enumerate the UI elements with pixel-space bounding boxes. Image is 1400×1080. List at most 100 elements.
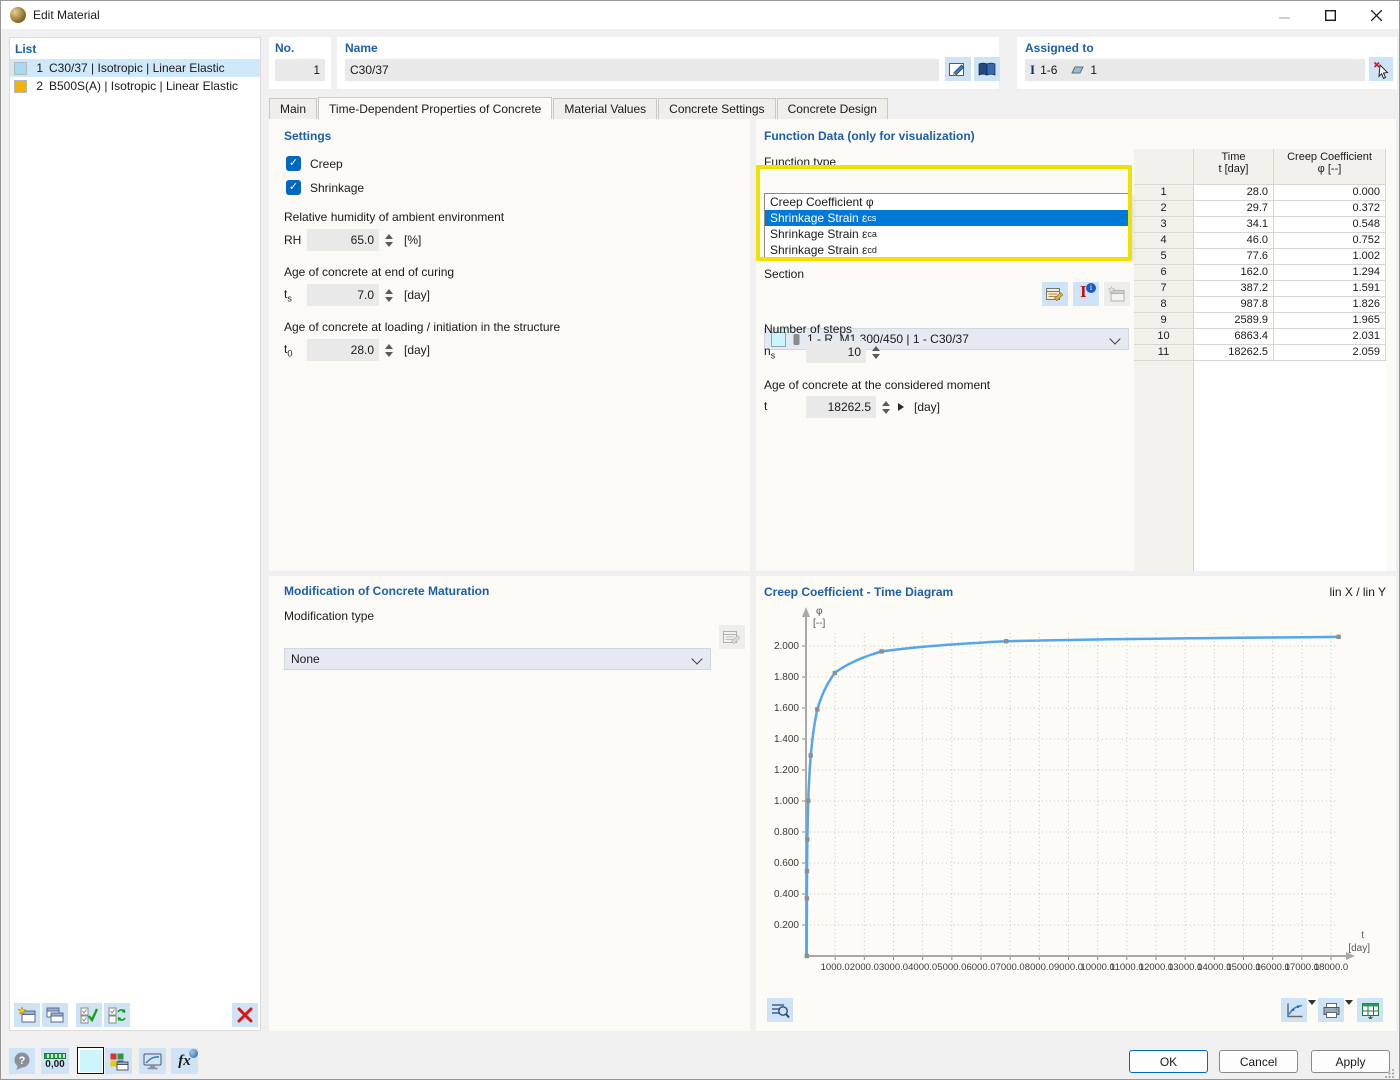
section-dialog-button[interactable] bbox=[1042, 282, 1068, 306]
table-row[interactable]: 5 77.6 1.002 bbox=[1134, 249, 1386, 265]
material-color-fill bbox=[80, 1050, 102, 1072]
table-row[interactable]: 2 29.7 0.372 bbox=[1134, 201, 1386, 217]
tab[interactable]: Time-Dependent Properties of Concrete bbox=[318, 97, 552, 119]
chart-settings-button[interactable] bbox=[1281, 998, 1307, 1022]
ns-spinner[interactable] bbox=[870, 346, 882, 359]
modification-type-combo[interactable]: None bbox=[284, 648, 711, 670]
chart-settings-dropdown[interactable] bbox=[1308, 1005, 1316, 1019]
ts-spinner[interactable] bbox=[383, 289, 395, 302]
creep-cell: 0.752 bbox=[1274, 233, 1386, 249]
table-row[interactable]: 6 162.0 1.294 bbox=[1134, 265, 1386, 281]
display-properties-button[interactable] bbox=[105, 1048, 132, 1074]
window-title: Edit Material bbox=[33, 8, 100, 22]
functions-button[interactable]: fx bbox=[171, 1048, 198, 1074]
ts-row: ts 7.0 [day] bbox=[284, 284, 430, 306]
svg-text:1.000: 1.000 bbox=[774, 796, 799, 807]
table-row[interactable]: 3 34.1 0.548 bbox=[1134, 217, 1386, 233]
svg-text:t: t bbox=[1361, 930, 1364, 941]
table-row[interactable]: 9 2589.9 1.965 bbox=[1134, 313, 1386, 329]
t0-group-label: Age of concrete at loading / initiation … bbox=[284, 320, 560, 334]
list-item[interactable]: 1 C30/37 | Isotropic | Linear Elastic bbox=[10, 59, 260, 77]
dropdown-option[interactable]: Creep Coefficient φ bbox=[765, 194, 1130, 210]
checkbox[interactable]: ✓ bbox=[286, 180, 301, 195]
help-button[interactable]: ? bbox=[9, 1048, 35, 1074]
t-input[interactable]: 18262.5 bbox=[806, 396, 876, 418]
creep-time-chart: 1000.02000.03000.04000.05000.06000.07000… bbox=[756, 601, 1396, 996]
t-spinner[interactable] bbox=[880, 401, 892, 414]
print-dropdown[interactable] bbox=[1345, 1005, 1353, 1019]
copy-material-button[interactable] bbox=[42, 1003, 68, 1027]
delete-x-icon bbox=[237, 1007, 253, 1023]
resize-grip[interactable] bbox=[1385, 1067, 1395, 1080]
tab[interactable]: Main bbox=[269, 98, 317, 119]
printer-icon bbox=[1322, 1002, 1341, 1019]
fx-icon: fx bbox=[178, 1053, 191, 1070]
rh-spinner[interactable] bbox=[383, 234, 395, 247]
tab[interactable]: Concrete Design bbox=[777, 98, 888, 119]
age-row: t 18262.5 [day] bbox=[764, 396, 940, 418]
section-label: Section bbox=[764, 267, 804, 281]
table-row[interactable]: 4 46.0 0.752 bbox=[1134, 233, 1386, 249]
play-step-icon[interactable] bbox=[898, 403, 904, 411]
material-color-button[interactable] bbox=[77, 1047, 104, 1074]
units-icon: 0,00 bbox=[44, 1053, 66, 1070]
ok-button[interactable]: OK bbox=[1129, 1050, 1208, 1073]
dropdown-option[interactable]: Shrinkage Strain εca bbox=[765, 226, 1130, 242]
tab[interactable]: Concrete Settings bbox=[658, 98, 775, 119]
table-row[interactable]: 7 387.2 1.591 bbox=[1134, 281, 1386, 297]
checkbox[interactable]: ✓ bbox=[286, 156, 301, 171]
rendering-button[interactable] bbox=[139, 1048, 166, 1074]
table-row[interactable]: 1 28.0 0.000 bbox=[1134, 185, 1386, 201]
new-material-button[interactable] bbox=[14, 1003, 40, 1027]
table-row[interactable]: 11 18262.5 2.059 bbox=[1134, 345, 1386, 361]
table-filler bbox=[1134, 361, 1386, 571]
row-number-cell: 5 bbox=[1134, 249, 1194, 265]
delete-material-button[interactable] bbox=[232, 1003, 258, 1027]
new-section-button[interactable] bbox=[1104, 282, 1130, 306]
tab[interactable]: Material Values bbox=[553, 98, 657, 119]
time-cell: 46.0 bbox=[1194, 233, 1274, 249]
select-all-button[interactable] bbox=[76, 1003, 102, 1027]
svg-text:φ: φ bbox=[816, 606, 823, 617]
chart-panel: Creep Coefficient - Time Diagram lin X /… bbox=[756, 576, 1396, 1031]
title-bar: Edit Material bbox=[1, 1, 1399, 29]
material-library-button[interactable] bbox=[974, 57, 1000, 81]
dropdown-option[interactable]: Shrinkage Strain εcd bbox=[765, 242, 1130, 258]
maximize-button[interactable] bbox=[1307, 1, 1353, 29]
t0-spinner[interactable] bbox=[383, 344, 395, 357]
list-item[interactable]: 2 B500S(A) | Isotropic | Linear Elastic bbox=[10, 77, 260, 95]
material-color-swatch bbox=[14, 62, 27, 75]
units-settings-button[interactable]: 0,00 bbox=[41, 1048, 69, 1074]
time-cell: 2589.9 bbox=[1194, 313, 1274, 329]
ts-input[interactable]: 7.0 bbox=[307, 284, 379, 306]
minimize-button[interactable] bbox=[1261, 1, 1307, 29]
invert-selection-button[interactable] bbox=[104, 1003, 130, 1027]
function-data-panel: Function Data (only for visualization) F… bbox=[756, 119, 1396, 571]
table-row[interactable]: 10 6863.4 2.031 bbox=[1134, 329, 1386, 345]
section-info-button[interactable]: I i bbox=[1073, 282, 1099, 306]
no-card: No. 1 bbox=[269, 37, 331, 89]
rh-input[interactable]: 65.0 bbox=[307, 229, 379, 251]
material-number: 2 bbox=[27, 79, 43, 93]
print-chart-button[interactable] bbox=[1318, 998, 1344, 1022]
ns-input[interactable]: 10 bbox=[806, 341, 866, 363]
select-objects-button[interactable] bbox=[1369, 57, 1393, 81]
tab-strip: Main Time-Dependent Properties of Concre… bbox=[269, 97, 1396, 119]
svg-text:4000.0: 4000.0 bbox=[908, 962, 937, 973]
table-row[interactable]: 8 987.8 1.826 bbox=[1134, 297, 1386, 313]
export-excel-button[interactable] bbox=[1357, 998, 1383, 1022]
time-cell: 29.7 bbox=[1194, 201, 1274, 217]
no-label: No. bbox=[269, 37, 331, 55]
apply-button[interactable]: Apply bbox=[1311, 1050, 1390, 1073]
creep-header-cell: Creep Coefficientφ [--] bbox=[1274, 149, 1386, 185]
time-cell: 28.0 bbox=[1194, 185, 1274, 201]
maturation-panel: Modification of Concrete Maturation Modi… bbox=[269, 576, 750, 1031]
chart-zoom-button[interactable] bbox=[767, 998, 793, 1022]
t0-input[interactable]: 28.0 bbox=[307, 339, 379, 361]
edit-modification-button[interactable] bbox=[719, 625, 745, 649]
rename-material-button[interactable] bbox=[945, 57, 971, 81]
dropdown-option[interactable]: Shrinkage Strain εcs bbox=[765, 210, 1130, 226]
close-button[interactable] bbox=[1353, 1, 1399, 29]
name-field[interactable]: C30/37 bbox=[345, 59, 939, 81]
cancel-button[interactable]: Cancel bbox=[1219, 1050, 1298, 1073]
